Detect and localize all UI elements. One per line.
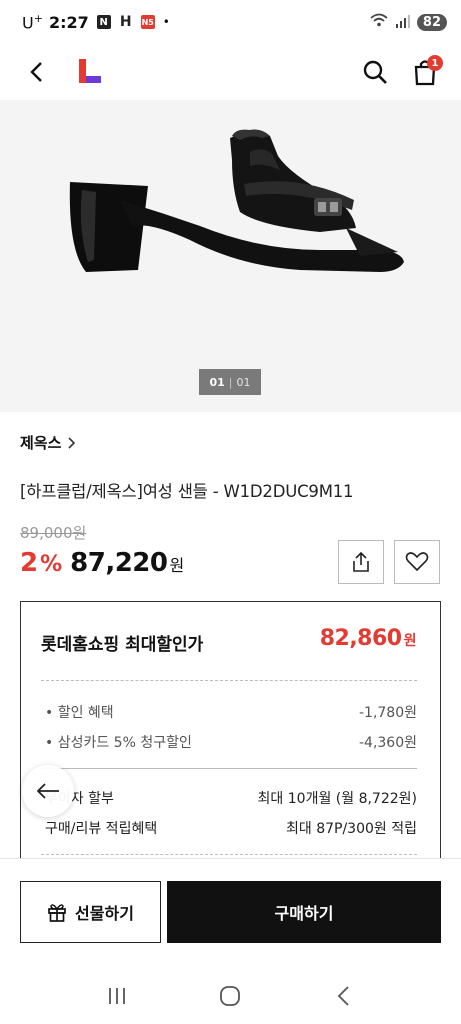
discount-row: • 삼성카드 5% 청구할인 -4,360원	[45, 735, 417, 751]
cart-button[interactable]: 1	[405, 52, 445, 92]
recent-apps-icon	[108, 988, 125, 1004]
pager-separator: |	[228, 375, 233, 389]
price-unit: 원	[169, 556, 185, 575]
back-button[interactable]	[16, 52, 56, 92]
gift-button[interactable]: 선물하기	[20, 881, 161, 943]
divider-dashed	[41, 854, 417, 855]
cart-count-badge: 1	[427, 55, 443, 71]
discount-row: • 할인 혜택 -1,780원	[45, 705, 417, 721]
sale-price: 87,220	[70, 548, 168, 578]
h-notification-icon: H	[119, 14, 132, 30]
gift-label: 선물하기	[75, 904, 134, 923]
status-bar: U+ 2:27 N H N5 • 82	[0, 0, 461, 44]
brand-link[interactable]: 제옥스	[20, 432, 76, 453]
more-notifications-dot: •	[162, 15, 170, 29]
l-logo-icon	[79, 59, 101, 83]
max-discount-price: 82,860 원	[319, 626, 417, 651]
pager-current: 01	[209, 375, 225, 389]
discount-rate: 2%	[20, 548, 63, 578]
gift-icon	[48, 904, 66, 922]
max-discount-heading: 롯데홈쇼핑 최대할인가	[41, 635, 204, 655]
app-header: 1	[0, 44, 461, 100]
image-pager: 01 | 01	[199, 369, 261, 395]
buy-label: 구매하기	[274, 904, 334, 923]
search-button[interactable]	[355, 52, 395, 92]
sandal-image	[69, 129, 404, 272]
share-button[interactable]	[338, 540, 384, 584]
arrow-left-icon	[36, 783, 59, 799]
system-back-icon	[337, 986, 349, 1006]
buy-button[interactable]: 구매하기	[167, 881, 441, 943]
heart-icon	[405, 552, 429, 572]
wishlist-button[interactable]	[394, 540, 440, 584]
price-row: 2% 87,220 원	[20, 548, 184, 578]
bottom-action-bar: 선물하기 구매하기	[0, 858, 461, 968]
system-back-button[interactable]	[324, 976, 364, 1016]
n5-notification-icon: N5	[140, 15, 155, 29]
reward-row: 구매/리뷰 적립혜택 최대 87P/300원 적립	[45, 821, 417, 837]
naver-notification-icon: N	[96, 15, 111, 29]
status-time: 2:27	[48, 12, 89, 32]
product-title: [하프클럽/제옥스]여성 샌들 - W1D2DUC9M11	[20, 482, 354, 501]
carrier-label: U+	[22, 11, 43, 33]
divider-solid	[41, 768, 417, 769]
pager-total: 01	[236, 375, 251, 389]
max-discount-panel: 롯데홈쇼핑 최대할인가 82,860 원 • 할인 혜택 -1,780원 • 삼성카…	[20, 601, 441, 871]
floating-back-button[interactable]	[22, 765, 74, 817]
home-button[interactable]	[210, 976, 250, 1016]
chevron-right-icon	[68, 436, 76, 449]
signal-icon	[395, 13, 411, 32]
recent-apps-button[interactable]	[97, 976, 137, 1016]
chevron-left-icon	[30, 62, 42, 82]
original-price: 89,000원	[20, 524, 87, 542]
product-image-carousel[interactable]	[0, 100, 461, 412]
brand-name: 제옥스	[20, 434, 62, 452]
divider-dashed	[41, 680, 417, 681]
search-icon	[363, 60, 387, 84]
system-nav-bar	[0, 968, 461, 1024]
share-icon	[353, 551, 369, 572]
wifi-icon	[369, 12, 389, 32]
lotte-logo[interactable]	[70, 52, 110, 92]
battery-badge: 82	[416, 13, 447, 31]
home-icon	[220, 986, 241, 1006]
installment-row: 무이자 할부 최대 10개월 (월 8,722원)	[45, 791, 417, 807]
